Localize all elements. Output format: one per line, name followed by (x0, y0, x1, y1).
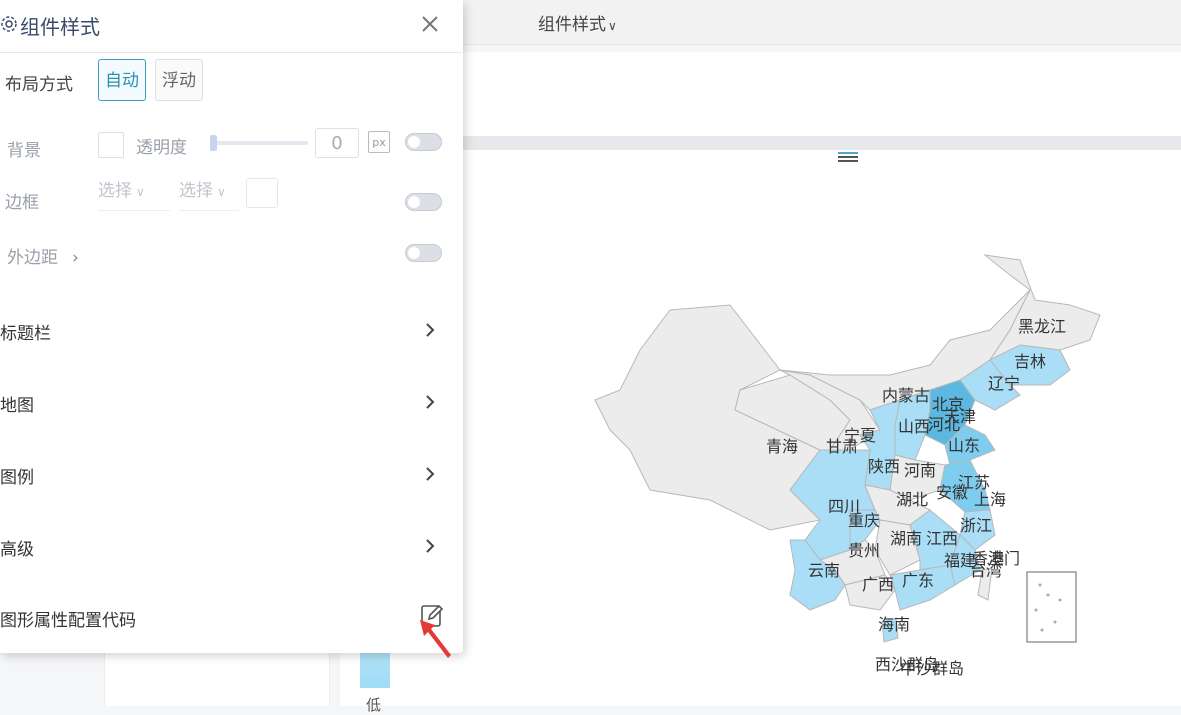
background-toggle[interactable] (405, 133, 442, 151)
section-title-bar[interactable]: 标题栏 (0, 311, 463, 351)
label-qinghai: 青海 (766, 437, 798, 456)
label-jilin: 吉林 (1014, 352, 1046, 371)
label-hubei: 湖北 (896, 490, 928, 509)
close-icon[interactable] (418, 12, 442, 36)
label-yunnan: 云南 (808, 561, 840, 580)
component-style-menu[interactable]: 组件样式 ∨ (538, 10, 617, 35)
label-guangxi: 广西 (862, 575, 894, 594)
margin-label[interactable]: 外边距 › (7, 243, 79, 268)
opacity-label: 透明度 (136, 138, 187, 158)
border-style-select[interactable]: 选择 ∨ (98, 178, 170, 211)
label-heilongjiang: 黑龙江 (1018, 317, 1066, 336)
component-style-panel: 组件样式 布局方式 自动 浮动 背景 透明度 0 px 边框 选择 ∨ 选择 ∨ 外… (0, 0, 463, 653)
panel-header: 组件样式 (0, 0, 463, 53)
label-zhejiang: 浙江 (960, 516, 992, 535)
layout-auto-button[interactable]: 自动 (98, 59, 146, 101)
label-guangdong: 广东 (902, 571, 934, 590)
region-heilongjiang[interactable] (983, 254, 1101, 362)
china-map[interactable]: 黑龙江 吉林 辽宁 内蒙古 北京 天津 河北 山西 山东 宁夏 青海 甘肃 陕西… (590, 250, 1110, 690)
opacity-slider-track[interactable] (212, 141, 308, 145)
section-advanced[interactable]: 高级 (0, 527, 463, 567)
chevron-right-icon (426, 395, 435, 409)
label-shaanxi: 陕西 (868, 457, 900, 476)
label-anhui: 安徽 (936, 483, 968, 502)
gear-icon (1, 16, 17, 32)
label-chongqing: 重庆 (848, 511, 880, 530)
label-hainan: 海南 (878, 615, 910, 634)
red-arrow-annotation (420, 620, 451, 658)
layout-label: 布局方式 (5, 75, 73, 95)
border-width-select[interactable]: 选择 ∨ (179, 178, 239, 211)
chevron-right-icon (426, 467, 435, 481)
panel-title: 组件样式 (20, 15, 100, 39)
south-china-sea-inset (1026, 571, 1077, 643)
section-legend[interactable]: 图例 (0, 455, 463, 495)
graphic-config-code-label: 图形属性配置代码 (0, 611, 136, 631)
border-label: 边框 (5, 193, 39, 213)
section-map[interactable]: 地图 (0, 383, 463, 423)
label-henan: 河南 (904, 461, 936, 480)
opacity-input[interactable]: 0 (315, 128, 359, 158)
label-shanxi: 山西 (898, 417, 930, 436)
background-checkbox[interactable] (98, 132, 124, 158)
background-label: 背景 (7, 141, 41, 161)
label-zhongsha: 中沙群岛 (900, 659, 964, 678)
label-shandong: 山东 (948, 436, 980, 455)
label-gansu: 甘肃 (826, 437, 858, 456)
label-hunan: 湖南 (890, 529, 922, 548)
chevron-right-icon (426, 539, 435, 553)
chevron-right-icon (426, 323, 435, 337)
border-color-picker[interactable] (246, 178, 278, 208)
label-jiangxi: 江西 (926, 529, 958, 548)
opacity-slider-handle[interactable] (210, 135, 217, 151)
graphic-config-code-row: 图形属性配置代码 (0, 602, 463, 634)
unit-badge: px (368, 131, 390, 153)
legend-low-label: 低 (366, 696, 382, 714)
border-toggle[interactable] (405, 193, 442, 211)
label-hebei: 河北 (928, 415, 960, 434)
label-guizhou: 贵州 (848, 541, 880, 560)
margin-toggle[interactable] (405, 244, 442, 262)
label-shanghai: 上海 (974, 490, 1006, 509)
label-macau: 澳门 (988, 549, 1020, 568)
chart-menu-icon[interactable] (838, 150, 858, 168)
label-inner-mongolia: 内蒙古 (882, 386, 930, 405)
label-liaoning: 辽宁 (988, 374, 1020, 393)
layout-float-button[interactable]: 浮动 (155, 59, 203, 101)
